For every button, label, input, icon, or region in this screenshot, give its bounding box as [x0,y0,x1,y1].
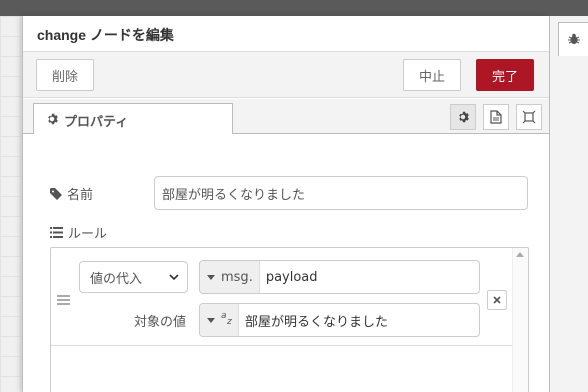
tabs-bar: プロパティ [23,99,549,135]
caret-down-icon [207,317,215,323]
scroll-up-icon[interactable] [516,252,524,257]
rules-scrollbar[interactable] [512,248,528,392]
app-header-bar [0,0,588,16]
property-value: payload [265,269,318,285]
rule-to-input[interactable]: az 部屋が明るくなりました [199,303,480,337]
rule-row: 値の代入 msg. payload 対象の値 az 部屋が明るくなりました [51,248,513,346]
tab-properties[interactable]: プロパティ [33,103,233,135]
rules-list: 値の代入 msg. payload 対象の値 az 部屋が明るくなりました [50,247,529,392]
name-label-text: 名前 [67,188,94,203]
gear-icon [459,111,469,123]
tab-description-button[interactable] [483,104,509,130]
tab-appearance-button[interactable] [516,104,542,130]
tag-icon [50,187,62,200]
to-type-selector[interactable]: az [200,304,239,336]
string-type-icon: az [221,311,232,327]
rule-property-input[interactable]: msg. payload [199,260,480,294]
tab-node-properties-button[interactable] [450,104,476,130]
flow-workspace[interactable] [0,16,22,392]
gear-icon [48,113,58,125]
properties-form: 名前 部屋が明るくなりました ルール 値の代入 msg. payload 対象の… [23,134,549,392]
tray-title: change ノードを編集 [37,27,174,43]
bug-icon [568,33,580,44]
drag-handle-icon[interactable] [57,295,70,307]
caret-down-icon [207,274,215,280]
rules-label-text: ルール [68,227,108,242]
property-type-selector[interactable]: msg. [200,261,260,293]
rule-action-value: 値の代入 [90,271,143,287]
list-icon [50,227,63,238]
tab-properties-label: プロパティ [64,114,129,129]
cancel-button[interactable]: 中止 [403,59,461,91]
sidebar-tab-debug[interactable] [558,22,588,56]
rules-label: ルール [50,223,107,242]
done-button[interactable]: 完了 [476,59,534,91]
name-input[interactable]: 部屋が明るくなりました [154,176,528,210]
chevron-down-icon [169,274,179,281]
close-icon [493,296,501,304]
property-type-label: msg. [221,269,253,285]
right-sidebar [549,16,588,392]
rule-to-label: 対象の値 [134,315,187,330]
to-value: 部屋が明るくなりました [245,314,389,330]
description-icon [490,110,502,124]
rule-action-select[interactable]: 値の代入 [79,261,188,293]
appearance-icon [522,110,536,124]
remove-rule-button[interactable] [487,290,507,310]
tray-toolbar: 削除 中止 完了 [23,52,549,98]
tray-header: change ノードを編集 [23,16,549,52]
edit-tray: change ノードを編集 削除 中止 完了 プロパティ 名前 部屋が明るくなり… [22,16,549,392]
delete-button[interactable]: 削除 [36,59,94,91]
name-label: 名前 [50,184,93,203]
